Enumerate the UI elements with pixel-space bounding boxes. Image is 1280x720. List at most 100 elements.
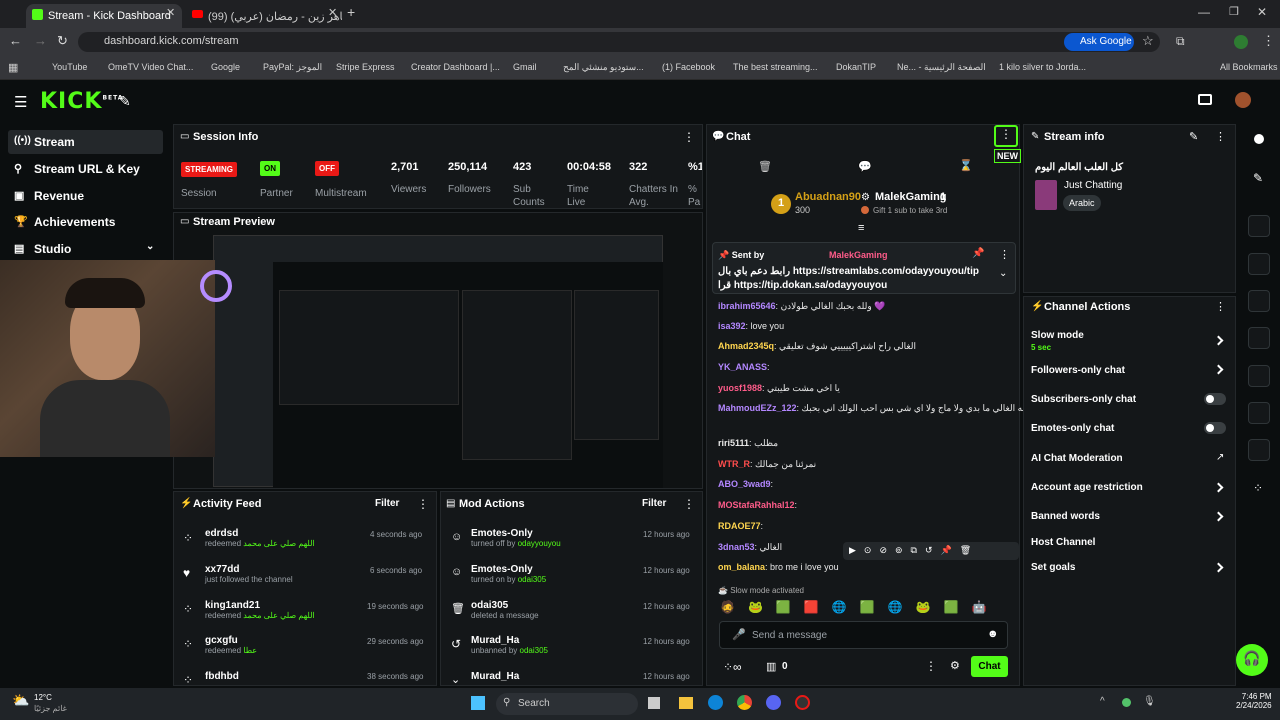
trash-icon[interactable]: 🗑 <box>758 160 772 173</box>
chat-username[interactable]: MahmoudEZz_122 <box>718 403 797 413</box>
pin-icon[interactable]: 📌 <box>972 248 984 259</box>
profile-avatar[interactable] <box>1234 35 1248 49</box>
back-icon[interactable]: ← <box>9 33 22 48</box>
rail-lightning-button[interactable] <box>1248 253 1270 275</box>
pencil-icon[interactable]: ✎ <box>1253 171 1263 185</box>
bookmark-star-icon[interactable]: ☆ <box>1142 33 1154 49</box>
chat-username[interactable]: 3dnan53 <box>718 542 755 552</box>
stream-info-menu-icon[interactable]: ⋮ <box>1215 130 1226 143</box>
emotes-only-toggle[interactable] <box>1204 422 1226 434</box>
chat-message[interactable]: 3dnan53: الغالي <box>718 542 782 553</box>
rail-target-button[interactable] <box>1248 215 1270 237</box>
chat-username[interactable]: YK_ANASS <box>718 362 767 372</box>
close-tab-icon[interactable]: ✕ <box>166 6 175 19</box>
bookmark-gmail[interactable]: Gmail <box>513 62 537 72</box>
forward-icon[interactable]: → <box>34 33 47 48</box>
bookmark-facebook[interactable]: (1) Facebook <box>662 62 715 72</box>
mod-menu-icon[interactable]: ⋮ <box>683 497 695 511</box>
chat-username[interactable]: ABO_3wad9 <box>718 479 771 489</box>
chat-message[interactable]: isa392: love you <box>718 321 784 331</box>
pinned-menu-icon[interactable]: ⋮ <box>999 248 1010 261</box>
set-goals-label[interactable]: Set goals <box>1031 562 1075 573</box>
browser-menu-icon[interactable]: ⋮ <box>1262 33 1275 49</box>
points-icon[interactable]: ⁘∞ <box>723 660 742 674</box>
bookmark-creator[interactable]: Creator Dashboard |... <box>411 62 500 72</box>
chat-message[interactable]: WTR_R: نمرئنا من جمالك <box>718 459 816 470</box>
chat-username[interactable]: yuosf1988 <box>718 383 762 393</box>
obs-icon[interactable] <box>795 695 810 710</box>
gift-box-icon[interactable]: ▥ <box>766 660 776 673</box>
session-menu-icon[interactable]: ⋮ <box>683 130 695 144</box>
bookmark-silver[interactable]: 1 kilo silver to Jorda... <box>999 62 1086 72</box>
message-action-toolbar[interactable]: ▶⊙⊘⊚⧉↺📌🗑 <box>843 542 1019 560</box>
sidebar-item-achievements[interactable]: 🏆 Achievements <box>8 210 163 234</box>
new-tab-icon[interactable]: + <box>347 4 355 20</box>
stream-display-icon[interactable] <box>1198 94 1212 105</box>
bookmark-ometv[interactable]: OmeTV Video Chat... <box>108 62 193 72</box>
windows-start-icon[interactable] <box>471 696 485 710</box>
chat-username[interactable]: Ahmad2345q <box>718 341 774 351</box>
rail-document-button[interactable] <box>1248 290 1270 312</box>
maximize-icon[interactable]: ❐ <box>1229 5 1239 18</box>
sidebar-item-studio[interactable]: ▤ Studio ⌄ <box>8 237 163 261</box>
chat-menu-button[interactable]: ⋮ <box>994 125 1018 147</box>
chat-message[interactable]: YK_ANASS: <box>718 362 770 372</box>
sidebar-item-stream-url[interactable]: ⚲ Stream URL & Key <box>8 157 163 181</box>
bookmark-youtube[interactable]: YouTube <box>52 62 87 72</box>
expand-icon[interactable]: ≡ <box>858 222 864 234</box>
chat-username[interactable]: isa392 <box>718 321 746 331</box>
address-bar[interactable]: dashboard.kick.com/stream <box>78 32 1160 52</box>
slow-mode-label[interactable]: Slow mode <box>1031 330 1084 341</box>
external-link-icon[interactable]: ↗ <box>1216 452 1224 463</box>
chat-username[interactable]: om_balana <box>718 562 765 572</box>
rail-points-icon[interactable]: ⁘ <box>1253 481 1263 495</box>
account-age-label[interactable]: Account age restriction <box>1031 482 1143 493</box>
chat-message[interactable]: Ahmad2345q: الغالي راح اشتراكيييييي شوف … <box>718 341 916 352</box>
banned-words-label[interactable]: Banned words <box>1031 511 1100 522</box>
gift-user-name[interactable]: MalekGaming <box>875 191 947 203</box>
bookmark-google[interactable]: Google <box>211 62 240 72</box>
chevron-down-icon[interactable]: ⌄ <box>999 268 1007 279</box>
emote-bar[interactable]: 🧔🐸🟩🟥🌐🟩🌐🐸🟩🤖 <box>720 600 1010 616</box>
tray-status-icon[interactable] <box>1122 698 1131 707</box>
followers-only-label[interactable]: Followers-only chat <box>1031 365 1125 376</box>
ask-google-button[interactable]: Ask Google <box>1064 33 1134 51</box>
tray-chevron-icon[interactable]: ^ <box>1100 696 1105 707</box>
bookmark-studio[interactable]: ستوديو منشئي المح... <box>563 62 644 73</box>
chat-message[interactable]: RDAOE77: <box>718 521 763 531</box>
taskbar-clock[interactable]: 7:46 PM 2/24/2026 <box>1236 692 1272 710</box>
discord-icon[interactable] <box>766 695 781 710</box>
rail-tools-button[interactable] <box>1248 439 1270 461</box>
bookmark-streaming[interactable]: The best streaming... <box>733 62 818 72</box>
ai-moderation-label[interactable]: AI Chat Moderation <box>1031 453 1123 464</box>
microphone-icon[interactable]: 🎤 <box>732 628 746 641</box>
chat-message[interactable]: yuosf1988: يا اخي مشت طيبتي <box>718 383 840 394</box>
chat-username[interactable]: WTR_R <box>718 459 750 469</box>
all-bookmarks[interactable]: All Bookmarks <box>1220 62 1278 72</box>
activity-menu-icon[interactable]: ⋮ <box>417 497 429 511</box>
chat-username[interactable]: ibrahim65646 <box>718 301 776 311</box>
chat-message[interactable]: om_balana: bro me i love you <box>718 562 839 572</box>
hourglass-icon[interactable]: ⌛ <box>959 159 973 172</box>
mod-filter-button[interactable]: Filter <box>642 498 666 509</box>
subscribers-only-toggle[interactable] <box>1204 393 1226 405</box>
apps-grid-icon[interactable]: ▦ <box>8 61 18 74</box>
close-window-icon[interactable]: ✕ <box>1257 5 1267 19</box>
top-gifter-name[interactable]: Abuadnan90 <box>795 191 861 203</box>
chat-message[interactable]: ABO_3wad9: <box>718 479 773 489</box>
activity-filter-button[interactable]: Filter <box>375 498 399 509</box>
bookmark-stripe[interactable]: Stripe Express <box>336 62 395 72</box>
taskbar-search[interactable]: Search <box>496 693 638 715</box>
chat-options-icon[interactable]: ⋮ <box>925 659 937 673</box>
rail-grid-button[interactable] <box>1248 402 1270 424</box>
weather-icon[interactable]: ⛅ <box>12 692 29 709</box>
user-avatar[interactable] <box>1235 92 1251 108</box>
close-tab-icon[interactable]: ✕ <box>328 6 337 19</box>
channel-actions-menu-icon[interactable]: ⋮ <box>1215 300 1226 313</box>
host-channel-label[interactable]: Host Channel <box>1031 537 1095 548</box>
support-headset-button[interactable]: 🎧 <box>1236 644 1268 676</box>
tab-kick-dashboard[interactable]: Stream - Kick Dashboard <box>26 4 182 28</box>
sidebar-item-stream[interactable]: ((•)) Stream <box>8 130 163 154</box>
rail-chat-button[interactable] <box>1248 327 1270 349</box>
bookmark-home[interactable]: Ne... - الصفحة الرئيسية <box>897 62 986 73</box>
